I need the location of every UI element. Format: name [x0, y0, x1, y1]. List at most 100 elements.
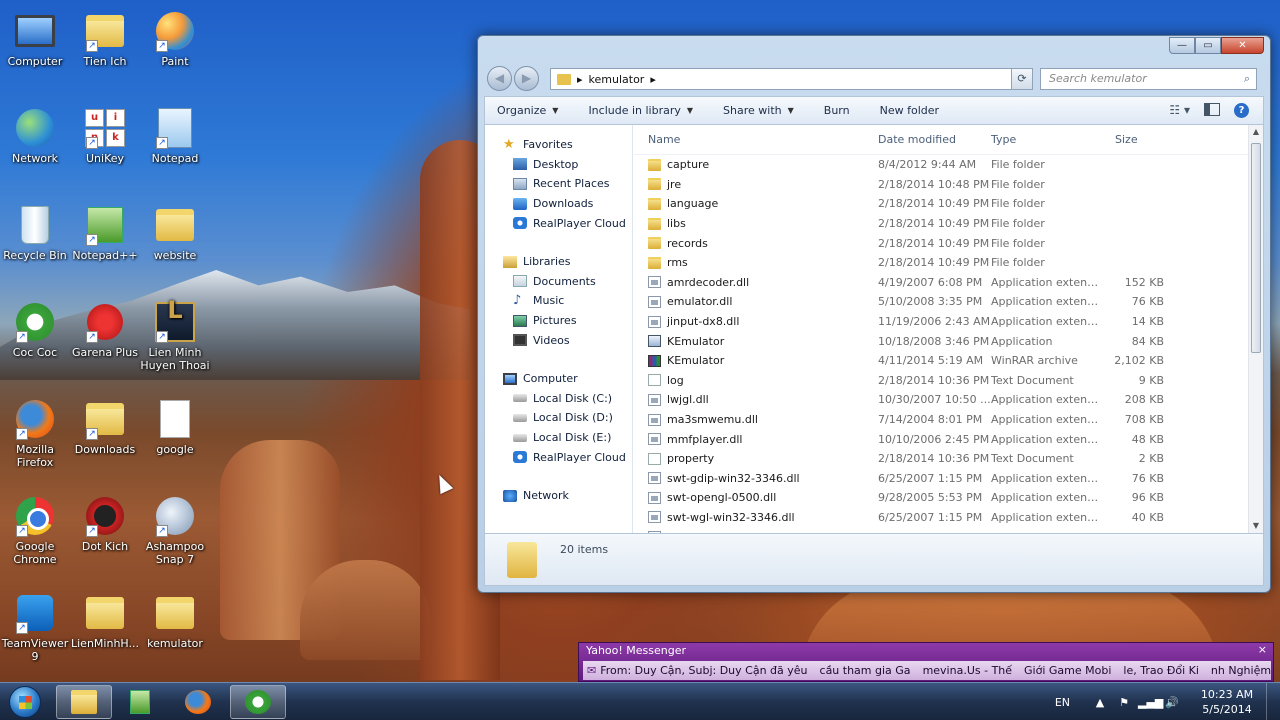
scroll-down-icon[interactable]: ▼: [1249, 519, 1263, 533]
nav-local-disk-d[interactable]: Local Disk (D:): [485, 408, 632, 428]
file-row[interactable]: ma3smwemu.dll 7/14/2004 8:01 PM Applicatio…: [634, 410, 1248, 430]
organize-button[interactable]: Organize ▼: [497, 104, 558, 117]
nav-music[interactable]: ♪ Music: [485, 291, 632, 311]
desktop-icon-lienminh-folder[interactable]: LienMinhH...: [70, 592, 140, 650]
desktop-icon-unikey[interactable]: uink↗UniKey: [70, 107, 140, 165]
address-bar[interactable]: ▸ kemulator ▸ ▾: [550, 68, 1025, 90]
desktop-icon-lol[interactable]: L ↗ Lien Minh Huyen Thoai: [140, 298, 210, 372]
show-hidden-icons-icon[interactable]: ▲: [1090, 696, 1110, 709]
include-in-library-button[interactable]: Include in library ▼: [588, 104, 693, 117]
file-row[interactable]: capture 8/4/2012 9:44 AM File folder: [634, 155, 1248, 175]
nav-videos[interactable]: Videos: [485, 330, 632, 350]
nav-desktop[interactable]: Desktop: [485, 155, 632, 175]
file-row[interactable]: emulator.dll 5/10/2008 3:35 PM Application…: [634, 292, 1248, 312]
desktop-icon-website[interactable]: website: [140, 204, 210, 262]
search-input[interactable]: Search kemulator ⌕: [1040, 68, 1257, 90]
nav-realplayer-cloud-2[interactable]: RealPlayer Cloud: [485, 447, 632, 467]
column-date-modified[interactable]: Date modified: [878, 133, 991, 146]
taskbar-firefox[interactable]: [170, 685, 226, 719]
desktop-icon-google[interactable]: google: [140, 398, 210, 456]
yahoo-close-button[interactable]: ×: [1258, 643, 1267, 656]
burn-button[interactable]: Burn: [824, 104, 850, 117]
file-row[interactable]: swt-wgl-win32-3346.dll 6/25/2007 1:15 PM A…: [634, 508, 1248, 528]
file-row[interactable]: swt-gdip-win32-3346.dll 6/25/2007 1:15 PM…: [634, 469, 1248, 489]
nav-computer[interactable]: Computer: [485, 369, 632, 389]
yahoo-messenger-alert[interactable]: Yahoo! Messenger × ✉ From: Duy Cận, Subj…: [578, 642, 1274, 682]
file-row[interactable]: KEmulator 4/11/2014 5:19 AM WinRAR archive…: [634, 351, 1248, 371]
nav-downloads[interactable]: Downloads: [485, 194, 632, 214]
clock[interactable]: 10:23 AM 5/5/2014: [1192, 687, 1262, 717]
maximize-button[interactable]: ▭: [1195, 37, 1221, 54]
desktop-icon-garena[interactable]: ↗ Garena Plus: [70, 301, 140, 359]
file-name: swt-win32-3346.dll: [667, 531, 772, 533]
nav-realplayer-cloud[interactable]: RealPlayer Cloud: [485, 213, 632, 233]
nav-recent-places[interactable]: Recent Places: [485, 174, 632, 194]
desktop-icon-network[interactable]: Network: [0, 107, 70, 165]
desktop-icon-ashampoo[interactable]: ↗ Ashampoo Snap 7: [140, 495, 210, 566]
column-size[interactable]: Size: [1103, 133, 1163, 146]
help-icon[interactable]: ?: [1234, 103, 1249, 118]
file-row[interactable]: jinput-dx8.dll 11/19/2006 2:43 AM Applicat…: [634, 312, 1248, 332]
forward-button[interactable]: ▶: [514, 66, 539, 91]
search-icon[interactable]: ⌕: [1238, 69, 1256, 89]
file-row[interactable]: KEmulator 10/18/2008 3:46 PM Application 84…: [634, 331, 1248, 351]
scroll-up-icon[interactable]: ▲: [1249, 125, 1263, 139]
desktop-icon-teamviewer[interactable]: ↗ TeamViewer 9: [0, 592, 70, 663]
language-indicator[interactable]: EN: [1055, 696, 1070, 709]
breadcrumb-kemulator[interactable]: kemulator: [589, 73, 645, 86]
close-button[interactable]: ✕: [1221, 37, 1264, 54]
file-row[interactable]: swt-win32-3346.dll 6/25/2007 1:15 PMAppli…: [634, 527, 1248, 533]
scrollbar-thumb[interactable]: [1251, 143, 1261, 353]
preview-pane-icon[interactable]: [1204, 103, 1220, 116]
nav-pictures[interactable]: Pictures: [485, 311, 632, 331]
share-with-button[interactable]: Share with ▼: [723, 104, 794, 117]
back-button[interactable]: ◀: [487, 66, 512, 91]
file-row[interactable]: lwjgl.dll 10/30/2007 10:50 ... Application…: [634, 390, 1248, 410]
file-row[interactable]: language 2/18/2014 10:49 PM File folder: [634, 194, 1248, 214]
file-row[interactable]: libs 2/18/2014 10:49 PM File folder: [634, 214, 1248, 234]
desktop-icon-tien-ich[interactable]: ↗ Tien Ich: [70, 10, 140, 68]
documents-icon: [513, 275, 527, 288]
nav-network[interactable]: Network: [485, 486, 632, 506]
desktop-icon-coccoc[interactable]: ↗ Coc Coc: [0, 301, 70, 359]
action-center-flag-icon[interactable]: ⚑: [1114, 696, 1134, 709]
desktop-icon-notepad[interactable]: ↗ Notepad: [140, 107, 210, 165]
desktop-icon-chrome[interactable]: ↗ Google Chrome: [0, 495, 70, 566]
column-type[interactable]: Type: [991, 133, 1103, 146]
network-signal-icon[interactable]: ▂▄▆: [1138, 696, 1163, 709]
yahoo-ticker[interactable]: ✉ From: Duy Cận, Subj: Duy Cận đã yêu cầu…: [583, 661, 1271, 680]
desktop-icon-downloads[interactable]: ↗ Downloads: [70, 398, 140, 456]
vertical-scrollbar[interactable]: ▲ ▼: [1248, 125, 1263, 533]
file-row[interactable]: jre 2/18/2014 10:48 PM File folder: [634, 175, 1248, 195]
column-name[interactable]: Name: [634, 133, 878, 146]
nav-favorites[interactable]: ★ Favorites: [485, 135, 632, 155]
new-folder-button[interactable]: New folder: [880, 104, 939, 117]
taskbar-explorer[interactable]: [56, 685, 112, 719]
start-button[interactable]: [2, 684, 48, 720]
change-view-icon[interactable]: ☷ ▾: [1169, 103, 1190, 118]
minimize-button[interactable]: —: [1169, 37, 1195, 54]
file-row[interactable]: property 2/18/2014 10:36 PM Text Document 2…: [634, 449, 1248, 469]
desktop-icon-firefox[interactable]: ↗ Mozilla Firefox: [0, 398, 70, 469]
volume-icon[interactable]: 🔊: [1162, 696, 1182, 709]
desktop-icon-kemulator[interactable]: kemulator: [140, 592, 210, 650]
desktop-icon-notepad-plus[interactable]: ↗ Notepad++: [70, 204, 140, 262]
file-row[interactable]: records 2/18/2014 10:49 PM File folder: [634, 233, 1248, 253]
show-desktop-button[interactable]: [1266, 683, 1280, 720]
file-row[interactable]: amrdecoder.dll 4/19/2007 6:08 PM Applicati…: [634, 273, 1248, 293]
desktop-icon-dot-kich[interactable]: ↗ Dot Kich: [70, 495, 140, 553]
nav-documents[interactable]: Documents: [485, 272, 632, 292]
file-row[interactable]: rms 2/18/2014 10:49 PM File folder: [634, 253, 1248, 273]
nav-local-disk-e[interactable]: Local Disk (E:): [485, 428, 632, 448]
desktop-icon-recycle-bin[interactable]: Recycle Bin: [0, 204, 70, 262]
file-row[interactable]: mmfplayer.dll 10/10/2006 2:45 PM Applicati…: [634, 429, 1248, 449]
nav-libraries[interactable]: Libraries: [485, 252, 632, 272]
desktop-icon-paint[interactable]: ↗ Paint: [140, 10, 210, 68]
taskbar-notepad-plus[interactable]: [112, 685, 168, 719]
file-row[interactable]: swt-opengl-0500.dll 9/28/2005 5:53 PM Appl…: [634, 488, 1248, 508]
taskbar-coccoc[interactable]: [230, 685, 286, 719]
nav-local-disk-c[interactable]: Local Disk (C:): [485, 389, 632, 409]
file-row[interactable]: log 2/18/2014 10:36 PM Text Document 9 KB: [634, 371, 1248, 391]
desktop-icon-computer[interactable]: Computer: [0, 10, 70, 68]
refresh-button[interactable]: ⟳: [1011, 68, 1033, 90]
